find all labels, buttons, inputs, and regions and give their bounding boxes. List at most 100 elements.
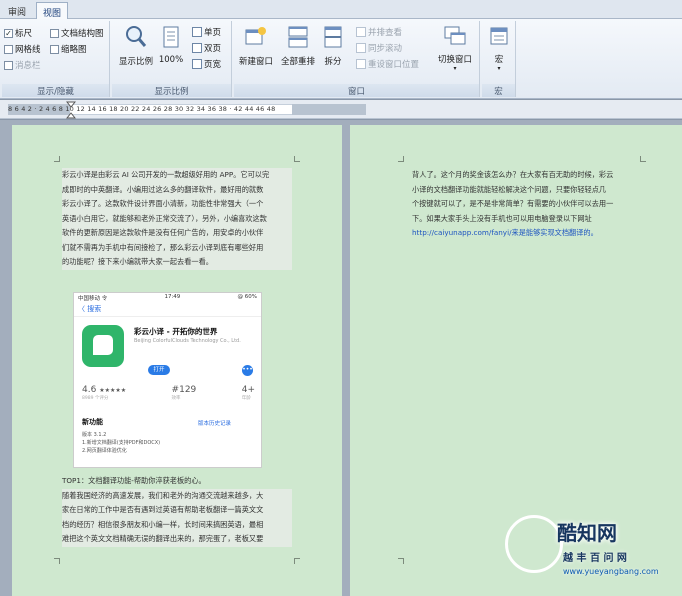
paragraph-line: http://caiyunapp.com/fanyi/来是能够实现文档翻译的。	[412, 228, 598, 237]
feature-list: 版本 3.1.2 1.新增文档翻译(支持PDF和DOCX) 2.网页翻译体验优化	[82, 432, 161, 454]
tab-review[interactable]: 审阅	[2, 2, 32, 19]
paragraph-line: 家在日常的工作中是否有遇到过英语有帮助老板翻译一篇英文文	[62, 503, 292, 518]
page-corner-mark	[294, 558, 300, 564]
window-group: 新建窗口 全部重排 拆分 并排查看 同步滚动 重设窗口位置 切换窗口 ▾ 窗口	[234, 21, 480, 97]
page-width-icon	[192, 59, 202, 69]
zoom-group-label: 显示比例	[112, 84, 231, 97]
show-hide-group: ✓ 标尺 网格线 消息栏 文档结构图 缩略图 显示/隐藏	[2, 21, 110, 97]
paragraph-line: 档的经历？相信很多朋友和小编一样，长时间来搞困英语，最相	[62, 517, 292, 532]
back-link: 〈 搜索	[74, 303, 261, 317]
zoom-100-button[interactable]: 100%	[158, 25, 184, 65]
new-window-button[interactable]: 新建窗口	[236, 25, 276, 67]
page-corner-mark	[294, 156, 300, 162]
split-button[interactable]: 拆分	[320, 25, 346, 67]
page-1-text-lower[interactable]: TOP1：文档翻译功能-帮助你淬获老板的心。 随着我国经济的高速发展，我们和老外…	[62, 474, 292, 547]
page-100-icon	[163, 26, 179, 48]
macro-icon	[490, 27, 508, 45]
thumbnails-checkbox[interactable]: 缩略图	[50, 43, 87, 55]
double-page-button[interactable]: 双页	[192, 42, 221, 54]
arrange-all-icon	[288, 26, 308, 48]
tab-view[interactable]: 视图	[36, 2, 69, 19]
message-bar-checkbox[interactable]: 消息栏	[4, 59, 41, 71]
paragraph-line: 下。如果大家手头上没有手机也可以用电脑登录以下网址	[412, 213, 592, 223]
ruler-checkbox[interactable]: ✓ 标尺	[4, 27, 32, 39]
reset-position-icon	[356, 59, 366, 69]
chevron-down-icon: ▾	[453, 65, 457, 72]
paragraph-line: 们就不需再为手机中有间接检了，那么彩云小译到底有哪些好用	[62, 240, 292, 255]
paragraph-line: 英语小白用它，就能够和老外正常交流了），另外，小编喜欢这款	[62, 211, 292, 226]
sync-scroll-button[interactable]: 同步滚动	[356, 42, 402, 54]
watermark-url: www.yueyangbang.com	[563, 567, 659, 576]
switch-window-icon	[444, 26, 466, 45]
show-hide-group-label: 显示/隐藏	[2, 84, 109, 97]
reset-position-button[interactable]: 重设窗口位置	[356, 58, 419, 70]
paragraph-line: 彩云小译了。这款软件设计界面小清新，功能性非常强大（一个	[62, 197, 292, 212]
ribbon: ✓ 标尺 网格线 消息栏 文档结构图 缩略图 显示/隐藏 显示比例 100% 单页…	[0, 19, 682, 99]
hyperlink[interactable]: http://caiyunapp.com/fanyi/	[412, 228, 512, 237]
checkbox-icon	[50, 28, 59, 38]
tip-heading: TOP1：文档翻译功能-帮助你淬获老板的心。	[62, 476, 206, 485]
paragraph-line: 背人了。这个月的奖金该怎么办？在大家有百无助的时候，彩云	[412, 170, 614, 179]
page-corner-mark	[640, 156, 646, 162]
page-corner-mark	[398, 558, 404, 564]
double-page-icon	[192, 43, 202, 53]
paragraph-line: 成即时的中英翻译。小编用过这么多的翻译软件，最好用的就数	[62, 182, 292, 197]
macro-button[interactable]: 宏 ▾	[486, 25, 512, 72]
single-page-icon	[192, 27, 202, 37]
more-icon: •••	[242, 365, 253, 376]
app-stats: 4.6 ★★★★★ 8989 个评分 #129 效率 4+ 年龄	[82, 385, 255, 401]
phone-status-bar: 中国移动 令 17:49 @ 60%	[78, 294, 257, 302]
watermark-logo-text: 酷知网	[557, 521, 617, 545]
sync-scroll-icon	[356, 43, 366, 53]
chevron-down-icon: ▾	[497, 65, 501, 72]
new-window-icon	[245, 27, 266, 45]
single-page-button[interactable]: 单页	[192, 26, 221, 38]
app-icon	[82, 325, 124, 367]
page-corner-mark	[54, 156, 60, 162]
arrange-all-button[interactable]: 全部重排	[278, 25, 318, 67]
page-width-button[interactable]: 页宽	[192, 58, 221, 70]
star-rating-icon: ★★★★★	[99, 387, 127, 394]
open-button: 打开	[148, 365, 170, 375]
watermark-subtitle: 越 丰 百 问 网	[563, 553, 627, 564]
page-corner-mark	[398, 156, 404, 162]
paragraph-line: 彩云小译是由彩云 AI 公司开发的一款超级好用的 APP。它可以完	[62, 168, 292, 183]
paragraph-line: 小译的文档翻译功能就能轻松解决这个问题，只要你轻轻点几	[412, 184, 607, 194]
paragraph-line: 个按键就可以了，是不是非常简单？有需要的小伙伴可以去用一	[412, 199, 614, 208]
checkbox-icon: ✓	[4, 28, 13, 38]
macro-group: 宏 ▾ 宏	[482, 21, 516, 97]
paragraph-line: 随着我国经济的高速发展，我们和老外的沟通交流越来越多，大	[62, 488, 292, 503]
magnifier-icon	[126, 26, 147, 47]
gridlines-checkbox[interactable]: 网格线	[4, 43, 41, 55]
zoom-button[interactable]: 显示比例	[116, 25, 156, 67]
switch-window-button[interactable]: 切换窗口 ▾	[432, 25, 478, 72]
new-features-heading: 新功能	[82, 418, 103, 426]
watermark-logo-icon	[505, 515, 563, 573]
version-history-link: 版本历史记录	[198, 421, 232, 427]
app-developer: Beijing ColorfulClouds Technology Co., L…	[134, 338, 241, 344]
split-icon	[324, 26, 342, 48]
page-1-text[interactable]: 彩云小译是由彩云 AI 公司开发的一款超级好用的 APP。它可以完 成即时的中英…	[62, 168, 292, 270]
embedded-app-screenshot[interactable]: 中国移动 令 17:49 @ 60% 〈 搜索 彩云小译 - 开拓你的世界 Be…	[73, 292, 262, 468]
page-2-text[interactable]: 背人了。这个月的奖金该怎么办？在大家有百无助的时候，彩云 小译的文档翻译功能就能…	[412, 168, 637, 241]
ribbon-tab-bar: 审阅 视图	[0, 0, 682, 19]
zoom-group: 显示比例 100% 单页 双页 页宽 显示比例	[112, 21, 232, 97]
paragraph-line: 软件的更新原因是这款软件是没有任何广告的，用安卓的小伙伴	[62, 226, 292, 241]
ruler-right-margin	[292, 104, 366, 115]
watermark: 酷知网 越 丰 百 问 网 www.yueyangbang.com	[505, 505, 665, 583]
checkbox-icon	[4, 60, 13, 70]
side-by-side-icon	[356, 27, 366, 37]
checkbox-icon	[4, 44, 13, 54]
page-corner-mark	[54, 558, 60, 564]
ruler-numbers: 8 6 4 2 · 2 4 6 8 10 12 14 16 18 20 22 2…	[8, 105, 276, 113]
paragraph-line: 难把这个英文文档精确无误的翻译出来的，那完蛋了，老板又要	[62, 532, 292, 547]
paragraph-line: 的功能呢？接下来小编就带大家一起去看一看。	[62, 255, 292, 270]
document-map-checkbox[interactable]: 文档结构图	[50, 27, 104, 39]
window-group-label: 窗口	[234, 84, 479, 97]
indent-marker-icon[interactable]	[66, 101, 76, 119]
macro-group-label: 宏	[482, 84, 515, 97]
checkbox-icon	[50, 44, 59, 54]
horizontal-ruler[interactable]: 8 6 4 2 · 2 4 6 8 10 12 14 16 18 20 22 2…	[0, 100, 682, 119]
app-title: 彩云小译 - 开拓你的世界	[134, 327, 218, 336]
side-by-side-button[interactable]: 并排查看	[356, 26, 402, 38]
